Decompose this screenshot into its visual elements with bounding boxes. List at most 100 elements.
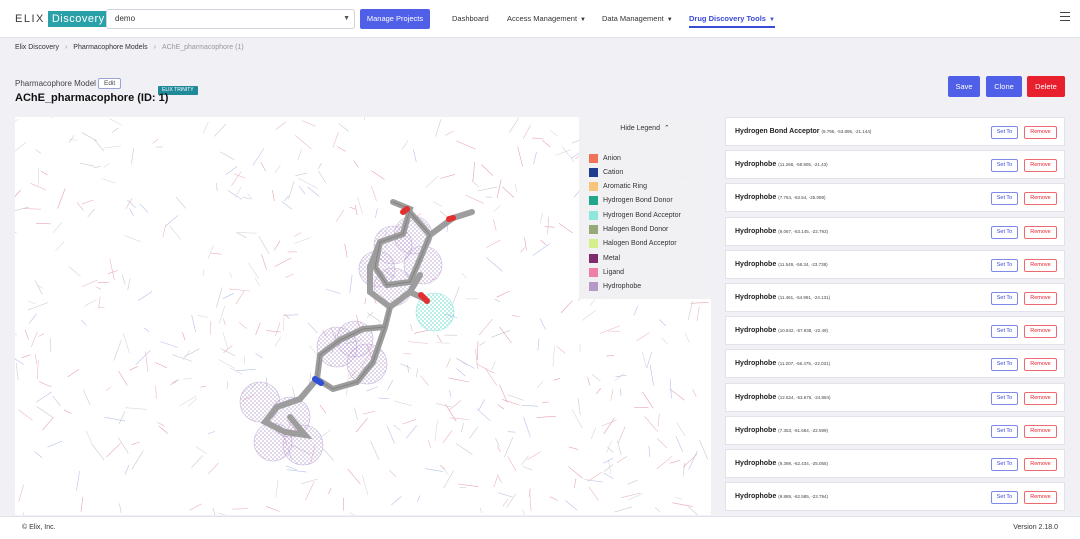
set-to-button[interactable]: Set To: [991, 491, 1018, 505]
feature-coords: (9.398, -62.434, -25.055): [778, 461, 829, 466]
hamburger-menu-icon[interactable]: [1060, 12, 1070, 22]
feature-name: Hydrophobe (7.764, -63.54, -25.089): [735, 194, 826, 202]
feature-name: Hydrophobe (11.461, -54.991, -24.131): [735, 294, 831, 301]
molecule-viewer[interactable]: Hide Legend ⌃ Anion Cation Aromatic Ring Hy…: [15, 117, 711, 515]
set-to-button[interactable]: Set To: [991, 258, 1018, 272]
feature-row: Hydrophobe (9.067, -63.145, -22.793) Set T…: [725, 216, 1065, 246]
nav-dashboard[interactable]: Dashboard: [452, 14, 489, 23]
legend-swatch: [589, 267, 598, 277]
remove-button[interactable]: Remove: [1024, 258, 1057, 272]
chevron-right-icon: ›: [153, 44, 156, 51]
delete-button[interactable]: Delete: [1027, 76, 1065, 97]
set-to-button[interactable]: Set To: [991, 225, 1018, 239]
feature-name: Hydrophobe (11.549, -58.34, -23.738): [735, 260, 828, 268]
feature-name: Hydrophobe (9.398, -62.434, -25.055): [735, 460, 829, 467]
feature-name: Hydrophobe (12.524, -53.676, -24.884): [735, 393, 831, 401]
set-to-button[interactable]: Set To: [991, 192, 1018, 206]
manage-projects-button[interactable]: Manage Projects: [360, 9, 430, 29]
set-to-button[interactable]: Set To: [991, 458, 1018, 471]
feature-name: Hydrogen Bond Acceptor (9.795, -53.895, -…: [735, 128, 872, 135]
set-to-button[interactable]: Set To: [991, 424, 1018, 438]
chevron-right-icon: ›: [64, 44, 68, 51]
feature-row: Hydrogen Bond Acceptor (9.795, -53.895, -…: [725, 117, 1065, 146]
legend-swatch: [589, 225, 598, 234]
nav-access-management[interactable]: Access Management ▼: [507, 14, 586, 23]
elix-discovery-logo[interactable]: ELIX Discovery: [15, 11, 109, 27]
feature-coords: (9.795, -53.895, -21.144): [821, 129, 872, 134]
set-to-button[interactable]: Set To: [991, 358, 1018, 372]
legend-swatch: [589, 167, 598, 177]
feature-row: Hydrophobe (11.207, -56.475, -22.031) Set …: [725, 349, 1065, 379]
page-title: AChE_pharmacophore (ID: 1): [15, 92, 169, 104]
set-to-button[interactable]: Set To: [991, 391, 1018, 405]
legend-panel: Hide Legend ⌃ Anion Cation Aromatic Ring Hy…: [579, 117, 711, 299]
feature-row: Hydrophobe (11.549, -58.34, -23.738) Set T…: [725, 249, 1065, 279]
remove-button[interactable]: Remove: [1024, 225, 1057, 239]
clone-button[interactable]: Clone: [986, 76, 1022, 97]
legend-item: Cation: [589, 167, 623, 177]
legend-swatch: [589, 182, 598, 192]
save-button[interactable]: Save: [948, 76, 980, 97]
breadcrumb: Elix Discovery › Pharmacophore Models › …: [15, 44, 244, 51]
remove-button[interactable]: Remove: [1024, 192, 1057, 206]
legend-item: Hydrogen Bond Acceptor: [589, 210, 681, 220]
top-navbar: ELIX Discovery demo ▼ Manage Projects Da…: [0, 0, 1080, 38]
remove-button[interactable]: Remove: [1024, 159, 1057, 173]
version-text: Version 2.18.0: [1013, 524, 1058, 531]
legend-label: Metal: [603, 254, 621, 262]
legend-label: Ligand: [603, 268, 625, 276]
set-to-button[interactable]: Set To: [991, 126, 1018, 139]
caret-down-icon: ▼: [666, 17, 673, 23]
project-select[interactable]: demo ▼: [106, 9, 355, 29]
remove-button[interactable]: Remove: [1024, 491, 1057, 505]
feature-coords: (11.549, -58.34, -23.738): [778, 261, 828, 267]
remove-button[interactable]: Remove: [1024, 292, 1057, 305]
feature-coords: (11.461, -54.991, -24.131): [778, 295, 831, 300]
legend-item: Aromatic Ring: [589, 182, 647, 192]
legend-swatch: [589, 253, 598, 263]
remove-button[interactable]: Remove: [1024, 424, 1057, 438]
set-to-button[interactable]: Set To: [991, 159, 1018, 173]
feature-name: Hydrophobe (10.842, -57.938, -22.49): [735, 327, 829, 335]
feature-row: Hydrophobe (9.889, -62.585, -23.794) Set T…: [725, 482, 1065, 512]
feature-name: Hydrophobe (9.067, -63.145, -22.793): [735, 227, 829, 235]
legend-label: Aromatic Ring: [603, 183, 647, 191]
remove-button[interactable]: Remove: [1024, 391, 1057, 405]
feature-coords: (10.842, -57.938, -22.49): [778, 328, 829, 334]
remove-button[interactable]: Remove: [1024, 358, 1057, 372]
legend-label: Halogen Bond Acceptor: [603, 240, 677, 248]
set-to-button[interactable]: Set To: [991, 325, 1018, 339]
feature-coords: (9.889, -62.585, -23.794): [778, 494, 829, 500]
feature-name: Hydrophobe (9.889, -62.585, -23.794): [735, 493, 829, 501]
remove-button[interactable]: Remove: [1024, 325, 1057, 339]
legend-swatch: [589, 196, 598, 206]
caret-down-icon: ▼: [768, 17, 775, 23]
legend-item: Metal: [589, 253, 620, 263]
feature-coords: (7.353, -61.684, -22.599): [778, 427, 829, 433]
feature-row: Hydrophobe (7.353, -61.684, -22.599) Set T…: [725, 415, 1065, 445]
feature-row: Hydrophobe (7.764, -63.54, -25.089) Set To…: [725, 183, 1065, 213]
legend-item: Hydrophobe: [589, 282, 641, 292]
legend-label: Halogen Bond Donor: [603, 226, 669, 233]
footer: © Elix, Inc. Version 2.18.0: [0, 516, 1080, 539]
feature-name: Hydrophobe (11.207, -56.475, -22.031): [735, 360, 831, 368]
legend-label: Hydrogen Bond Acceptor: [603, 211, 681, 219]
breadcrumb-item-home[interactable]: Elix Discovery: [15, 44, 59, 51]
feature-name: Hydrophobe (11.268, -58.905, -21.43): [735, 161, 828, 169]
hide-legend-toggle[interactable]: Hide Legend ⌃: [579, 124, 711, 132]
legend-swatch: [589, 239, 598, 249]
legend-label: Hydrophobe: [603, 283, 642, 291]
nav-drug-discovery-tools[interactable]: Drug Discovery Tools ▼: [689, 14, 775, 28]
edit-button[interactable]: Edit: [98, 78, 122, 89]
legend-item: Halogen Bond Acceptor: [589, 239, 677, 249]
remove-button[interactable]: Remove: [1024, 458, 1057, 471]
set-to-button[interactable]: Set To: [991, 292, 1018, 305]
feature-row: Hydrophobe (12.524, -53.676, -24.884) Set …: [725, 382, 1065, 412]
remove-button[interactable]: Remove: [1024, 126, 1057, 139]
breadcrumb-item-pharmacophore-models[interactable]: Pharmacophore Models: [73, 44, 147, 51]
legend-item: Anion: [589, 153, 621, 163]
nav-data-management[interactable]: Data Management ▼: [602, 14, 673, 23]
feature-coords: (11.268, -58.905, -21.43): [778, 162, 828, 168]
legend-item: Ligand: [589, 267, 624, 277]
legend-label: Cation: [603, 168, 624, 176]
